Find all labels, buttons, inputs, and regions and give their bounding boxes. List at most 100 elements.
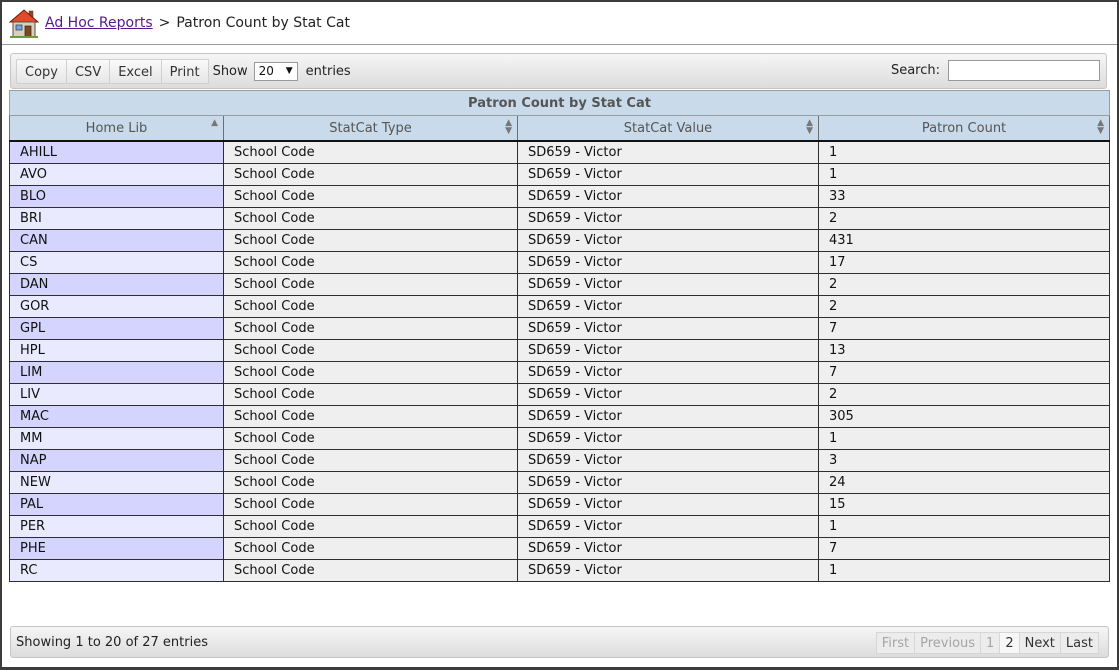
table-cell: 7	[818, 536, 1110, 560]
table-cell: School Code	[223, 558, 518, 582]
table-cell: School Code	[223, 316, 518, 340]
table-cell: SD659 - Victor	[517, 162, 819, 186]
table-cell: PHE	[9, 536, 224, 560]
table-cell: 2	[818, 272, 1110, 296]
table-cell: BLO	[9, 184, 224, 208]
table-row: PER School Code SD659 - Victor 1	[9, 514, 1110, 538]
table-row: PHE School Code SD659 - Victor 7	[9, 536, 1110, 560]
table-cell: School Code	[223, 140, 518, 164]
table-row: DAN School Code SD659 - Victor 2	[9, 272, 1110, 296]
sort-ascending-icon: ▲	[211, 118, 218, 128]
table-cell: SD659 - Victor	[517, 558, 819, 582]
first-page-button[interactable]: First	[875, 632, 916, 654]
search-input[interactable]	[948, 60, 1100, 81]
column-header-home-lib[interactable]: Home Lib ▲	[9, 115, 224, 142]
table-cell: PER	[9, 514, 224, 538]
sort-both-icon: ▲ ▼	[505, 118, 512, 136]
table-row: NEW School Code SD659 - Victor 24	[9, 470, 1110, 494]
table-cell: CAN	[9, 228, 224, 252]
table-cell: SD659 - Victor	[517, 470, 819, 494]
table-cell: School Code	[223, 294, 518, 318]
table-cell: SD659 - Victor	[517, 206, 819, 230]
table-cell: School Code	[223, 272, 518, 296]
table-cell: School Code	[223, 514, 518, 538]
table-cell: HPL	[9, 338, 224, 362]
sort-both-icon: ▲ ▼	[1097, 118, 1104, 136]
excel-button[interactable]: Excel	[110, 58, 162, 84]
copy-button[interactable]: Copy	[16, 58, 67, 84]
table-cell: School Code	[223, 404, 518, 428]
table-cell: SD659 - Victor	[517, 426, 819, 450]
table-cell: 15	[818, 492, 1110, 516]
table-cell: 13	[818, 338, 1110, 362]
header-divider	[2, 44, 1117, 45]
dropdown-arrow-icon: ▼	[285, 66, 293, 76]
table-cell: 2	[818, 206, 1110, 230]
table-cell: SD659 - Victor	[517, 360, 819, 384]
table-row: MM School Code SD659 - Victor 1	[9, 426, 1110, 450]
next-page-button[interactable]: Next	[1019, 632, 1061, 654]
table-row: BLO School Code SD659 - Victor 33	[9, 184, 1110, 208]
previous-page-button[interactable]: Previous	[915, 632, 982, 654]
table-row: RC School Code SD659 - Victor 1	[9, 558, 1110, 582]
table-info: Showing 1 to 20 of 27 entries	[16, 635, 208, 650]
home-icon[interactable]	[8, 7, 40, 39]
table-body: AHILL School Code SD659 - Victor 1 AVO School…	[9, 140, 1110, 582]
table-cell: School Code	[223, 250, 518, 274]
table-cell: PAL	[9, 492, 224, 516]
table-row: BRI School Code SD659 - Victor 2	[9, 206, 1110, 230]
page-size-select[interactable]: 20 ▼	[253, 61, 298, 81]
table-cell: NAP	[9, 448, 224, 472]
table-cell: 431	[818, 228, 1110, 252]
table-cell: 305	[818, 404, 1110, 428]
table-cell: SD659 - Victor	[517, 228, 819, 252]
table-cell: School Code	[223, 536, 518, 560]
print-button[interactable]: Print	[161, 58, 209, 84]
table-row: PAL School Code SD659 - Victor 15	[9, 492, 1110, 516]
column-header-label: StatCat Value	[623, 120, 713, 136]
table-cell: DAN	[9, 272, 224, 296]
table-row: LIM School Code SD659 - Victor 7	[9, 360, 1110, 384]
column-header-label: Home Lib	[85, 120, 148, 136]
csv-button[interactable]: CSV	[66, 58, 111, 84]
table-cell: 1	[818, 514, 1110, 538]
table-cell: SD659 - Victor	[517, 250, 819, 274]
table-cell: MAC	[9, 404, 224, 428]
page-size-value: 20	[258, 64, 274, 78]
sort-both-icon: ▲ ▼	[806, 118, 813, 136]
table-cell: SD659 - Victor	[517, 338, 819, 362]
table-cell: 1	[818, 426, 1110, 450]
table-cell: LIM	[9, 360, 224, 384]
table-cell: RC	[9, 558, 224, 582]
table-cell: SD659 - Victor	[517, 316, 819, 340]
search-area: Search:	[891, 60, 1100, 81]
table-cell: CS	[9, 250, 224, 274]
column-header-statcat-value[interactable]: StatCat Value ▲ ▼	[517, 115, 819, 142]
table-row: LIV School Code SD659 - Victor 2	[9, 382, 1110, 406]
column-header-patron-count[interactable]: Patron Count ▲ ▼	[818, 115, 1110, 142]
column-header-statcat-type[interactable]: StatCat Type ▲ ▼	[223, 115, 518, 142]
breadcrumb-link-ad-hoc-reports[interactable]: Ad Hoc Reports	[45, 15, 153, 31]
table-cell: SD659 - Victor	[517, 184, 819, 208]
column-header-label: Patron Count	[921, 120, 1007, 136]
table-cell: NEW	[9, 470, 224, 494]
table-cell: LIV	[9, 382, 224, 406]
table-row: CAN School Code SD659 - Victor 431	[9, 228, 1110, 252]
table-cell: AVO	[9, 162, 224, 186]
page-1-button[interactable]: 1	[981, 632, 1001, 654]
page-2-button[interactable]: 2	[1000, 632, 1020, 654]
table-cell: School Code	[223, 206, 518, 230]
table-cell: 3	[818, 448, 1110, 472]
table-cell: SD659 - Victor	[517, 140, 819, 164]
table-cell: School Code	[223, 338, 518, 362]
table-cell: SD659 - Victor	[517, 448, 819, 472]
table-row: AHILL School Code SD659 - Victor 1	[9, 140, 1110, 164]
table-cell: MM	[9, 426, 224, 450]
breadcrumb: Ad Hoc Reports > Patron Count by Stat Ca…	[8, 6, 350, 40]
table-cell: AHILL	[9, 140, 224, 164]
breadcrumb-separator: >	[158, 15, 171, 31]
last-page-button[interactable]: Last	[1060, 632, 1099, 654]
table-row: GOR School Code SD659 - Victor 2	[9, 294, 1110, 318]
export-button-group: Copy CSV Excel Print	[16, 58, 209, 84]
table-cell: School Code	[223, 228, 518, 252]
